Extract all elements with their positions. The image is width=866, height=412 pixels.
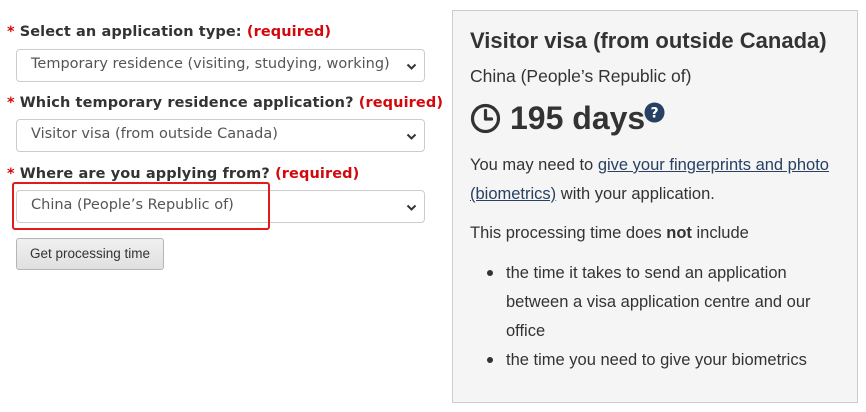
applying-from-value: China (People’s Republic of): [31, 197, 234, 213]
processing-time-result-panel: Visitor visa (from outside Canada) China…: [452, 10, 858, 403]
chevron-down-icon: [406, 63, 417, 70]
required-marker: *: [7, 24, 15, 40]
applying-from-select[interactable]: China (People’s Republic of): [16, 190, 425, 223]
required-marker: *: [7, 166, 15, 182]
list-item: the time you need to give your biometric…: [470, 346, 850, 375]
applying-from-label-text: Where are you applying from?: [19, 166, 270, 182]
biometrics-text-after: with your application.: [556, 185, 715, 203]
chevron-down-icon: [406, 204, 417, 211]
required-text: (required): [246, 24, 332, 40]
required-text: (required): [275, 166, 360, 182]
temporary-application-value: Visitor visa (from outside Canada): [31, 126, 278, 142]
get-processing-time-button[interactable]: Get processing time: [16, 238, 164, 270]
required-text: (required): [358, 95, 444, 111]
temporary-application-label-text: Which temporary residence application?: [19, 95, 354, 111]
exclusions-text-after: include: [691, 224, 749, 242]
clock-icon: [470, 103, 501, 134]
result-country: China (People’s Republic of): [470, 66, 692, 86]
list-item: the time it takes to send an application…: [470, 259, 850, 346]
svg-text:?: ?: [650, 106, 658, 122]
biometrics-text-before: You may need to: [470, 156, 598, 174]
application-type-label: * Select an application type: (required): [7, 24, 331, 40]
biometrics-note: You may need to give your fingerprints a…: [470, 151, 850, 209]
chevron-down-icon: [406, 133, 417, 140]
required-marker: *: [7, 95, 15, 111]
result-title: Visitor visa (from outside Canada): [470, 28, 827, 53]
processing-time-value: 195 days: [510, 100, 646, 136]
temporary-application-select[interactable]: Visitor visa (from outside Canada): [16, 119, 425, 152]
processing-time-form: * Select an application type: (required) …: [0, 0, 443, 412]
application-type-value: Temporary residence (visiting, studying,…: [31, 56, 390, 72]
exclusions-emphasis: not: [666, 224, 692, 242]
exclusions-list: the time it takes to send an application…: [470, 259, 850, 375]
applying-from-label: * Where are you applying from? (required): [7, 166, 359, 182]
question-circle-icon[interactable]: ?: [644, 102, 665, 123]
exclusions-text-before: This processing time does: [470, 224, 667, 242]
application-type-select[interactable]: Temporary residence (visiting, studying,…: [16, 49, 425, 82]
exclusions-intro: This processing time does not include: [470, 219, 850, 248]
application-type-label-text: Select an application type:: [19, 24, 242, 40]
temporary-application-label: * Which temporary residence application? …: [7, 95, 443, 111]
